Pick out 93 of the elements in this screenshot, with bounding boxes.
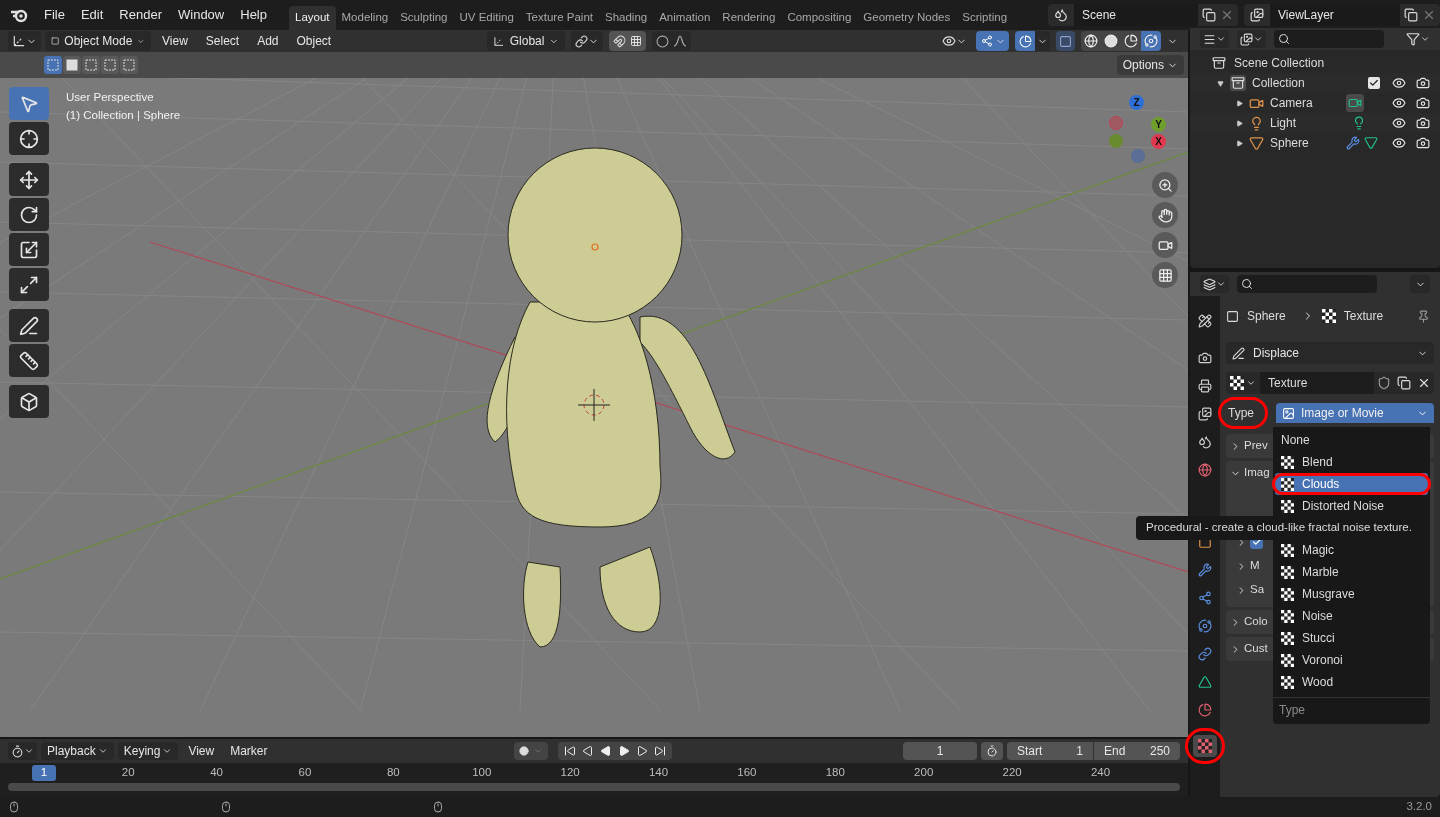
frame-number: 220	[1001, 765, 1023, 781]
panel-header[interactable]: Colo	[1226, 610, 1270, 634]
frame-number: 60	[297, 765, 313, 781]
scene-collection-label: Scene Collection	[1234, 55, 1325, 72]
frame-number: 40	[209, 765, 224, 781]
menu-item[interactable]: Help	[232, 5, 275, 25]
workspace-tab[interactable]: Sculpting	[394, 6, 454, 30]
field-value: 250	[1149, 743, 1170, 760]
workspace-tab[interactable]: Shading	[599, 6, 654, 30]
type-dropdown[interactable]: Image or Movie	[1276, 403, 1434, 423]
frame-number: 20	[120, 765, 136, 781]
workspace-tab[interactable]: Scripting	[956, 6, 1014, 30]
menu-option[interactable]: Stucci	[1275, 627, 1428, 649]
menu-option[interactable]: None	[1275, 429, 1428, 451]
menu-item[interactable]: Render	[111, 5, 170, 25]
menu-option[interactable]: Magic	[1275, 539, 1428, 561]
orientation-dropdown[interactable]: Global	[487, 31, 566, 51]
frame-marker[interactable]: 1	[32, 765, 56, 781]
timeline-menu-item[interactable]: View	[182, 742, 221, 760]
texture-name: Texture	[1260, 372, 1374, 394]
workspace-tab[interactable]: Geometry Nodes	[857, 6, 957, 30]
panel-title: Cust	[1244, 641, 1268, 657]
object-label: Light	[1270, 115, 1298, 132]
subpanel-title: Sa	[1250, 582, 1265, 598]
modifier-dropdown[interactable]: Displace	[1226, 342, 1434, 364]
menu-footer-label: Type	[1278, 702, 1306, 719]
mode-dropdown[interactable]: Object Mode	[45, 31, 151, 51]
scene-selector[interactable]: Scene	[1048, 4, 1238, 26]
header-menu-item[interactable]: View	[155, 32, 195, 50]
header-menu-item[interactable]: Add	[250, 32, 286, 50]
menu-option[interactable]: Voronoi	[1275, 649, 1428, 671]
frame-number: 100	[471, 765, 493, 781]
frame-number: 200	[913, 765, 935, 781]
panel-header[interactable]: Cust	[1226, 637, 1270, 661]
menu-item[interactable]: Window	[170, 5, 233, 25]
viewport-info-text: User Perspective	[66, 90, 155, 105]
collection-label: Collection	[1252, 75, 1305, 92]
type-label: Type	[1228, 406, 1254, 420]
frame-number: 160	[736, 765, 758, 781]
start-frame-field[interactable]: Start 1	[1007, 742, 1093, 760]
current-frame-field[interactable]: 1	[903, 742, 977, 760]
texture-selector[interactable]: Texture	[1226, 372, 1434, 394]
timeline-menu-item[interactable]: Marker	[224, 742, 274, 760]
end-frame-field[interactable]: End 250	[1094, 742, 1180, 760]
menu-option[interactable]: Blend	[1275, 451, 1428, 473]
workspace-tab[interactable]: Layout	[289, 6, 336, 30]
workspace-tab[interactable]: Texture Paint	[519, 6, 599, 30]
axis-label: Z	[1129, 95, 1144, 110]
axis-label: X	[1151, 134, 1166, 149]
panel-header[interactable]: Prev	[1226, 434, 1270, 458]
workspace-tab[interactable]: Compositing	[781, 6, 858, 30]
subpanel-header[interactable]: Sa	[1236, 579, 1270, 601]
frame-number: 240	[1089, 765, 1112, 781]
menu-item[interactable]: Edit	[72, 5, 112, 25]
header-menu-item[interactable]: Select	[198, 32, 247, 50]
field-label: Start	[1017, 743, 1043, 760]
frame-number: 140	[647, 765, 670, 781]
workspace-tab[interactable]: UV Editing	[453, 6, 520, 30]
object-label: Camera	[1270, 95, 1314, 112]
menu-option[interactable]: Musgrave	[1275, 583, 1428, 605]
frame-number: 80	[385, 765, 401, 781]
axis-label: Y	[1151, 117, 1166, 132]
object-label: Sphere	[1270, 135, 1310, 152]
subpanel-header[interactable]: M	[1236, 555, 1270, 577]
scene-name: Scene	[1074, 4, 1198, 26]
breadcrumb-item: Sphere	[1247, 308, 1286, 325]
panel-title: Imag	[1244, 465, 1270, 481]
options-dropdown[interactable]: Options	[1116, 55, 1184, 75]
breadcrumb-item: Texture	[1343, 308, 1384, 325]
workspace-tab[interactable]: Rendering	[716, 6, 782, 30]
version-label: 3.2.0	[1406, 799, 1432, 815]
frame-number: 120	[559, 765, 581, 781]
panel-title: Prev	[1244, 438, 1268, 454]
field-label: End	[1104, 743, 1126, 760]
menu-option[interactable]: Noise	[1275, 605, 1428, 627]
menu-item[interactable]: File	[36, 5, 73, 25]
menu-option[interactable]: Wood	[1275, 671, 1428, 693]
view-layer-selector[interactable]: ViewLayer	[1244, 4, 1440, 26]
subpanel-title: M	[1250, 558, 1260, 574]
field-value: 1	[1076, 743, 1083, 760]
header-menu-item[interactable]: Object	[289, 32, 339, 50]
panel-title: Colo	[1244, 614, 1268, 630]
panel-header[interactable]: Imag	[1226, 461, 1270, 485]
viewport-info-text: (1) Collection | Sphere	[66, 108, 181, 123]
menu-option[interactable]: Distorted Noise	[1275, 495, 1428, 517]
frame-number: 180	[824, 765, 846, 781]
view-layer-name: ViewLayer	[1270, 4, 1400, 26]
workspace-tab[interactable]: Modeling	[335, 6, 395, 30]
menu-option[interactable]: Marble	[1275, 561, 1428, 583]
timeline-menu-item[interactable]: Playback	[41, 742, 114, 760]
workspace-tab[interactable]: Animation	[653, 6, 717, 30]
axis-gizmo[interactable]: Z Y X	[1104, 89, 1174, 161]
timeline-menu-item[interactable]: Keying	[117, 742, 179, 760]
